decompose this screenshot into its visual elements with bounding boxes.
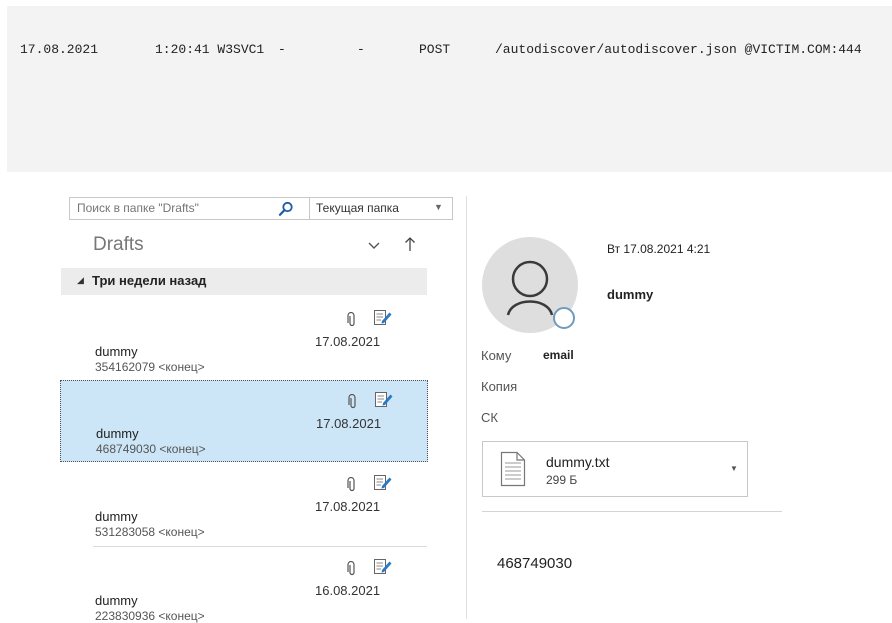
paperclip-icon (347, 311, 357, 333)
message-date: 17.08.2021 (315, 499, 381, 514)
attachment-name: dummy.txt (546, 454, 610, 470)
list-divider (93, 546, 427, 547)
paperclip-icon (348, 393, 358, 415)
message-preview: 468749030 <конец> (96, 442, 206, 456)
collapse-triangle-icon[interactable]: ◢ (77, 275, 84, 286)
log-method: POST (419, 42, 451, 57)
group-label: Три недели назад (92, 273, 207, 288)
group-header[interactable]: ◢ Три недели назад (61, 268, 427, 295)
log-date: 17.08.2021 (20, 42, 99, 57)
log-time-site: 1:20:41 W3SVC1 (155, 42, 265, 57)
search-divider (309, 198, 310, 219)
paperclip-icon (347, 476, 357, 498)
draft-edit-icon (373, 309, 393, 332)
log-panel: 17.08.2021 1:20:41 W3SVC1 - - POST /auto… (7, 6, 892, 172)
message-body: 468749030 (497, 555, 573, 572)
list-item[interactable]: 17.08.2021 dummy 531283058 <конец> (61, 464, 427, 546)
message-sender: dummy (95, 344, 138, 359)
text-file-icon (500, 451, 526, 492)
paperclip-icon (347, 560, 357, 582)
attachment-size: 299 Б (546, 473, 578, 487)
message-date: 17.08.2021 (316, 416, 382, 431)
draft-edit-icon (373, 558, 393, 581)
list-item-selected[interactable]: 17.08.2021 dummy 468749030 <конец> (60, 380, 428, 462)
dropdown-caret-icon[interactable]: ▼ (434, 202, 443, 212)
attachment-menu-caret-icon[interactable]: ▼ (730, 464, 738, 473)
presence-status-icon (553, 307, 575, 329)
pane-divider (466, 196, 467, 619)
log-path: /autodiscover/autodiscover.json @VICTIM.… (495, 42, 862, 57)
message-preview: 531283058 <конец> (95, 525, 205, 539)
log-dash: - (278, 42, 286, 57)
search-icon[interactable] (278, 201, 294, 222)
log-dash: - (357, 42, 365, 57)
search-input[interactable] (77, 201, 267, 215)
message-datetime: Вт 17.08.2021 4:21 (607, 242, 711, 256)
message-sender: dummy (95, 593, 138, 608)
message-date: 17.08.2021 (315, 334, 381, 349)
message-sender: dummy (95, 509, 138, 524)
to-label: Кому (481, 348, 512, 363)
header-body-divider (482, 511, 782, 512)
list-item[interactable]: 16.08.2021 dummy 223830936 <конец> (61, 548, 427, 623)
list-item[interactable]: 17.08.2021 dummy 354162079 <конец> (61, 299, 427, 381)
folder-title: Drafts (93, 234, 144, 255)
sort-arrow-up-icon[interactable] (404, 236, 416, 257)
message-preview: 223830936 <конец> (95, 609, 205, 623)
chevron-down-icon[interactable] (367, 238, 381, 256)
search-scope-select[interactable]: Текущая папка (316, 201, 399, 215)
message-from[interactable]: dummy (607, 287, 653, 302)
message-preview: 354162079 <конец> (95, 360, 205, 374)
message-sender: dummy (96, 426, 139, 441)
to-recipient[interactable]: email (543, 348, 574, 362)
message-date: 16.08.2021 (315, 583, 381, 598)
draft-edit-icon (374, 391, 394, 414)
search-bar: Текущая папка ▼ (69, 197, 453, 220)
draft-edit-icon (373, 474, 393, 497)
bcc-label: СК (481, 410, 498, 425)
attachment-card[interactable]: dummy.txt 299 Б ▼ (482, 441, 748, 497)
cc-label: Копия (481, 379, 518, 394)
